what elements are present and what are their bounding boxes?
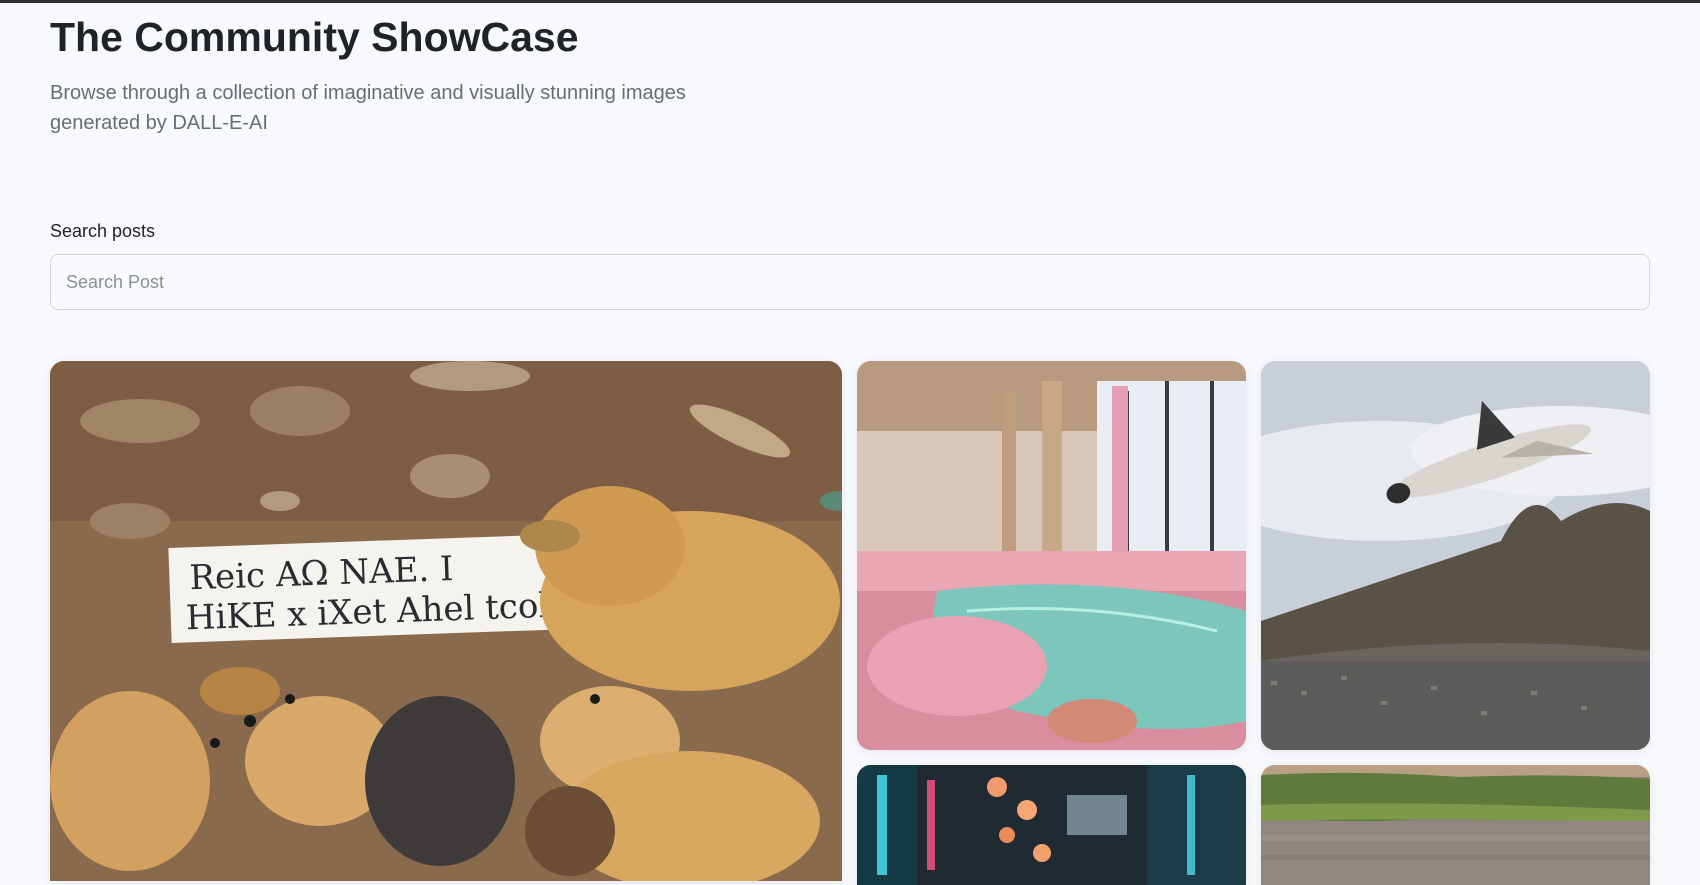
pool-image xyxy=(857,361,1246,750)
gallery-card-pool[interactable] xyxy=(857,361,1246,750)
shuttle-image xyxy=(1261,361,1650,750)
gallery-card-shuttle[interactable] xyxy=(1261,361,1650,750)
search-input[interactable] xyxy=(50,254,1650,310)
search-label: Search posts xyxy=(50,221,156,241)
street-image xyxy=(857,765,1246,885)
page-subtitle: Browse through a collection of imaginati… xyxy=(50,82,686,134)
puppies-image: Reic AΩ NAE. I HiKE x iXet Ahel tcoh. xyxy=(50,361,842,881)
gallery-card-street[interactable] xyxy=(857,765,1246,885)
gallery-card-river[interactable] xyxy=(1261,765,1650,885)
page-title: The Community ShowCase xyxy=(50,14,579,60)
gallery-card-puppies[interactable]: Reic AΩ NAE. I HiKE x iXet Ahel tcoh. xyxy=(50,361,842,881)
community-showcase-page: The Community ShowCase Browse through a … xyxy=(0,0,1700,885)
river-image xyxy=(1261,765,1650,885)
